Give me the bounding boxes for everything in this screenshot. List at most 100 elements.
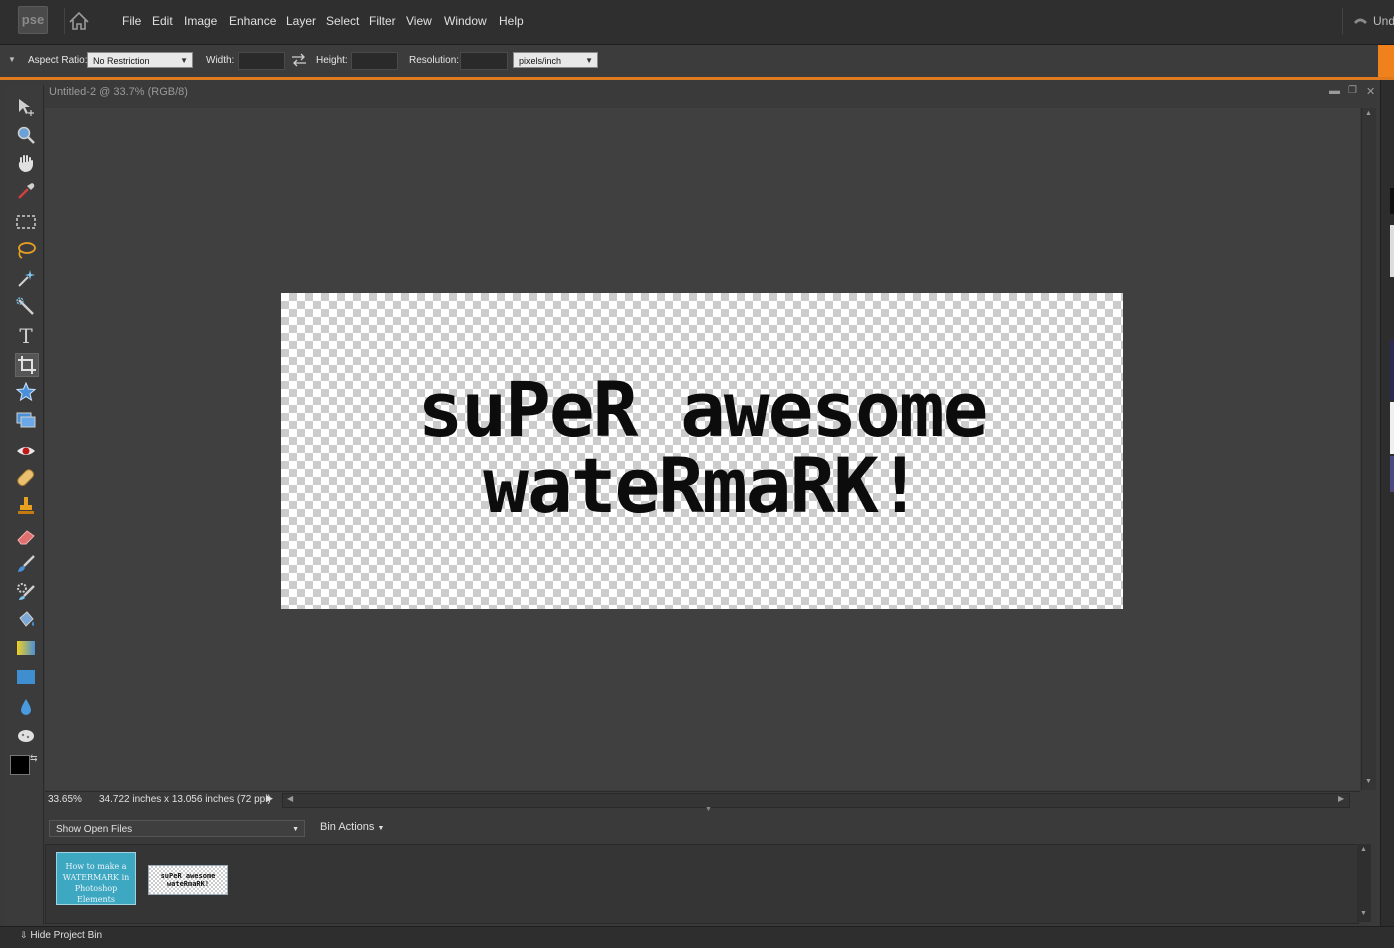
chevron-down-icon: ▼	[585, 56, 593, 65]
bandage-icon	[17, 469, 35, 487]
red-eye-tool[interactable]	[15, 440, 37, 462]
marquee-tool[interactable]	[15, 211, 37, 233]
bin-scrollbar[interactable]: ▲ ▼	[1357, 844, 1371, 922]
scroll-down-icon[interactable]: ▼	[1360, 910, 1367, 917]
scroll-right-icon[interactable]: ▶	[1338, 794, 1344, 803]
close-icon[interactable]: ✕	[1366, 85, 1375, 98]
minimize-icon[interactable]: ▬	[1329, 85, 1340, 97]
document-size-info: 34.722 inches x 13.056 inches (72 ppi)	[99, 794, 271, 805]
panel-bin-edge	[1380, 80, 1394, 926]
paintbrush-icon	[18, 555, 35, 572]
chevron-down-icon: ▼	[377, 825, 385, 832]
menu-image[interactable]: Image	[184, 14, 217, 28]
recompose-icon	[16, 412, 36, 428]
menu-layer[interactable]: Layer	[286, 14, 316, 28]
paint-bucket-tool[interactable]	[15, 609, 37, 631]
width-field[interactable]	[238, 52, 285, 70]
type-tool[interactable]: T	[15, 324, 37, 348]
resolution-field[interactable]	[460, 52, 508, 70]
lasso-tool[interactable]	[15, 239, 37, 261]
menu-edit[interactable]: Edit	[152, 14, 173, 28]
menu-select[interactable]: Select	[326, 14, 359, 28]
aspect-ratio-label: Aspect Ratio:	[28, 55, 88, 66]
resolution-units-select[interactable]: pixels/inch ▼	[513, 52, 598, 68]
scroll-up-icon[interactable]: ▲	[1360, 846, 1367, 853]
tool-options-bar: ▼ Aspect Ratio: No Restriction ▼ Width: …	[0, 45, 1394, 80]
shape-tool[interactable]	[15, 666, 37, 688]
gradient-icon	[17, 641, 35, 655]
brush-tool[interactable]	[15, 553, 37, 575]
thumbnail-1-text: How to make a WATERMARK in Photoshop Ele…	[62, 862, 130, 904]
vertical-scrollbar[interactable]: ▲ ▼	[1361, 108, 1376, 790]
crop-icon	[18, 356, 36, 374]
watermark-line-2: wateRmaRK!	[483, 441, 923, 530]
zoom-level[interactable]: 33.65%	[48, 794, 82, 805]
scroll-up-icon[interactable]: ▲	[1365, 110, 1372, 117]
project-bin: How to make a WATERMARK in Photoshop Ele…	[45, 844, 1359, 924]
red-eye-icon	[17, 447, 35, 455]
undo-button[interactable]: Und	[1342, 8, 1394, 34]
show-open-files-label: Show Open Files	[56, 824, 133, 835]
healing-brush-tool[interactable]	[15, 467, 37, 489]
move-tool[interactable]	[15, 96, 37, 118]
menu-view[interactable]: View	[406, 14, 432, 28]
water-drop-icon	[21, 699, 31, 715]
menu-window[interactable]: Window	[444, 14, 487, 28]
thumbnail-2-text: suPeR awesome wateRmaRK!	[160, 872, 216, 888]
crop-tool[interactable]	[15, 353, 39, 377]
menu-enhance[interactable]: Enhance	[229, 14, 276, 28]
eyedropper-tool[interactable]	[15, 180, 37, 202]
eraser-tool[interactable]	[15, 525, 37, 547]
width-label: Width:	[206, 55, 235, 66]
status-menu-arrow-icon[interactable]: ▶	[266, 793, 273, 804]
eyedropper-icon	[18, 183, 35, 199]
lasso-icon	[18, 242, 36, 259]
swap-dimensions-icon[interactable]	[290, 53, 308, 67]
aspect-ratio-value: No Restriction	[93, 56, 150, 66]
document-image[interactable]: suPeR awesome wateRmaRK!	[281, 293, 1123, 609]
home-button[interactable]	[64, 8, 93, 34]
hand-icon	[18, 155, 33, 173]
gradient-tool[interactable]	[15, 637, 37, 659]
undo-icon	[1354, 18, 1367, 24]
panel-swatch-5	[1390, 456, 1394, 492]
units-value: pixels/inch	[519, 56, 562, 66]
clone-stamp-tool[interactable]	[15, 495, 37, 517]
recompose-tool[interactable]	[15, 409, 37, 431]
magic-wand-tool[interactable]	[15, 267, 37, 289]
show-open-files-select[interactable]: Show Open Files ▼	[49, 820, 305, 837]
smart-brush-tool[interactable]	[15, 581, 37, 603]
cookie-cutter-tool[interactable]	[15, 381, 37, 403]
hand-tool[interactable]	[15, 152, 37, 174]
magnifier-icon	[17, 126, 35, 144]
sponge-tool[interactable]	[15, 724, 37, 746]
scroll-left-icon[interactable]: ◀	[287, 794, 293, 803]
rectangle-shape-icon	[17, 670, 35, 684]
aspect-ratio-select[interactable]: No Restriction ▼	[87, 52, 193, 68]
bin-actions-menu[interactable]: Bin Actions ▼	[320, 821, 384, 833]
swap-colors-icon[interactable]: ⇆	[30, 753, 38, 764]
panel-swatch-1	[1390, 188, 1394, 214]
star-cutter-icon	[15, 381, 37, 402]
panel-swatch-3	[1390, 340, 1394, 400]
bin-actions-label: Bin Actions	[320, 821, 375, 833]
quick-selection-tool[interactable]	[15, 296, 37, 318]
hide-project-bin-button[interactable]: ⇩ Hide Project Bin	[20, 930, 102, 941]
blur-tool[interactable]	[15, 696, 37, 718]
options-menu-icon[interactable]: ▼	[8, 55, 16, 64]
zoom-tool[interactable]	[15, 124, 37, 146]
height-field[interactable]	[351, 52, 398, 70]
restore-icon[interactable]: ❐	[1348, 85, 1357, 96]
menu-help[interactable]: Help	[499, 14, 524, 28]
menu-filter[interactable]: Filter	[369, 14, 396, 28]
horizontal-scrollbar[interactable]: ◀ ▶	[282, 793, 1350, 808]
bin-thumbnail-2[interactable]: suPeR awesome wateRmaRK!	[148, 865, 228, 895]
menu-file[interactable]: File	[122, 14, 141, 28]
project-bin-header: Show Open Files ▼ Bin Actions ▼	[45, 817, 1378, 841]
foreground-color-swatch[interactable]	[10, 755, 30, 775]
options-accent-tab	[1378, 45, 1394, 77]
bin-thumbnail-1[interactable]: How to make a WATERMARK in Photoshop Ele…	[56, 852, 136, 905]
bin-collapse-handle-icon[interactable]: ▼	[705, 806, 712, 813]
resolution-label: Resolution:	[409, 55, 460, 66]
scroll-down-icon[interactable]: ▼	[1365, 778, 1372, 785]
